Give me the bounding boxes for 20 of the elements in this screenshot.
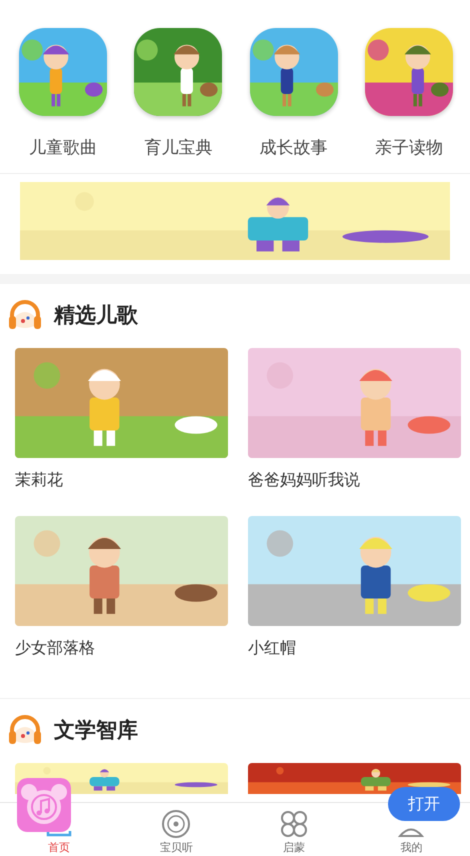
section-title: 文学智库: [54, 717, 138, 744]
app-icon[interactable]: [17, 778, 71, 832]
category-link[interactable]: 亲子读物: [374, 136, 443, 159]
tab[interactable]: 启蒙: [278, 841, 309, 856]
category-link[interactable]: 成长故事: [260, 136, 328, 159]
headphones-icon: [8, 715, 42, 745]
tab[interactable]: 宝贝听: [156, 841, 197, 856]
open-button[interactable]: 打开: [388, 787, 460, 821]
headphones-icon: [8, 300, 42, 330]
category-link[interactable]: 儿童歌曲: [29, 136, 97, 159]
video-title[interactable]: 少女部落格: [15, 638, 228, 660]
video-title[interactable]: 茉莉花: [15, 470, 228, 492]
video-title[interactable]: 小红帽: [248, 638, 461, 660]
clover-icon: [278, 809, 309, 839]
disc-icon: [161, 809, 192, 839]
video-title[interactable]: 爸爸妈妈听我说: [248, 470, 461, 492]
tab[interactable]: 我的: [396, 841, 426, 856]
category-link[interactable]: 育儿宝典: [144, 136, 212, 159]
section-title: 精选儿歌: [54, 302, 138, 329]
tab[interactable]: 首页: [44, 841, 74, 856]
